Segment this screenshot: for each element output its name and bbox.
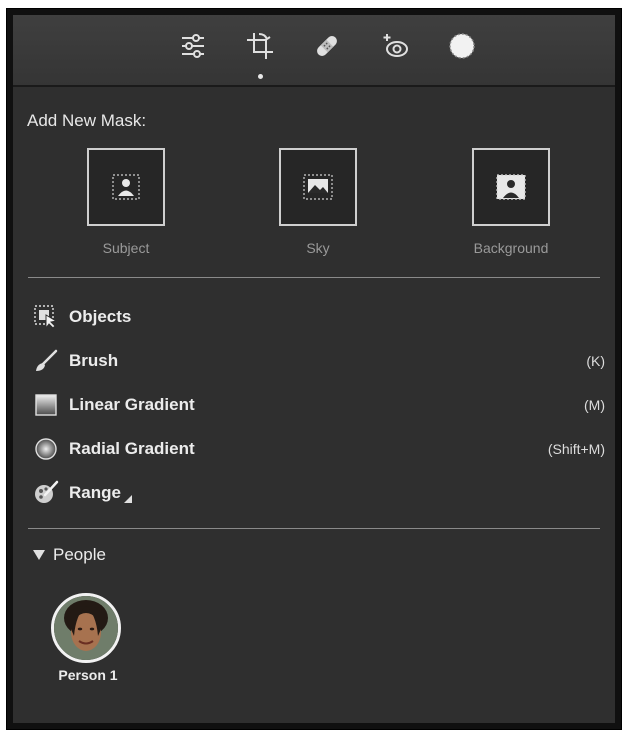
brush-item[interactable]: Brush (K) — [33, 344, 605, 378]
mask-icon — [449, 33, 475, 59]
brush-icon — [33, 348, 59, 374]
sky-label: Sky — [306, 240, 330, 256]
heal-tool-button[interactable] — [310, 29, 344, 63]
radial-gradient-shortcut: (Shift+M) — [547, 441, 605, 457]
red-eye-icon — [383, 34, 408, 57]
range-label: Range — [69, 483, 121, 502]
bandage-icon — [317, 36, 337, 56]
range-item[interactable]: Range — [33, 476, 605, 510]
person-avatar[interactable] — [51, 593, 121, 663]
triangle-down-icon — [33, 550, 45, 560]
red-eye-tool-button[interactable] — [378, 29, 412, 63]
masking-panel: Add New Mask: Subject Sky Background Obj… — [13, 15, 615, 723]
subject-label: Subject — [102, 240, 150, 256]
radial-gradient-icon — [33, 436, 59, 462]
add-mask-title: Add New Mask: — [27, 111, 147, 130]
linear-gradient-icon — [33, 392, 59, 418]
range-icon — [33, 480, 59, 506]
person-label: Person 1 — [58, 667, 118, 683]
linear-gradient-item[interactable]: Linear Gradient (M) — [33, 388, 605, 422]
range-dropdown-icon[interactable] — [123, 495, 132, 503]
brush-shortcut: (K) — [586, 353, 605, 369]
sky-mask-button[interactable] — [279, 148, 357, 226]
linear-gradient-label: Linear Gradient — [69, 395, 195, 414]
objects-icon — [33, 304, 59, 330]
crop-icon — [247, 33, 273, 59]
sliders-icon — [182, 34, 204, 58]
divider-top — [28, 277, 600, 278]
objects-label: Objects — [69, 307, 132, 326]
brush-label: Brush — [69, 351, 119, 370]
subject-icon — [112, 174, 140, 200]
objects-item[interactable]: Objects — [33, 300, 605, 334]
active-tool-indicator — [258, 74, 263, 79]
people-title: People — [53, 545, 106, 564]
divider-bottom — [28, 528, 600, 529]
face-icon — [54, 596, 118, 660]
background-label: Background — [473, 240, 549, 256]
radial-gradient-item[interactable]: Radial Gradient (Shift+M) — [33, 432, 605, 466]
masking-tool-button[interactable] — [445, 29, 479, 63]
sky-icon — [303, 174, 333, 200]
linear-gradient-shortcut: (M) — [584, 397, 605, 413]
crop-tool-button[interactable] — [243, 29, 277, 63]
subject-mask-button[interactable] — [87, 148, 165, 226]
edit-tool-button[interactable] — [176, 29, 210, 63]
radial-gradient-label: Radial Gradient — [69, 439, 195, 458]
background-mask-button[interactable] — [472, 148, 550, 226]
tool-strip — [13, 15, 615, 87]
background-icon — [496, 174, 526, 200]
masking-panel-frame: Add New Mask: Subject Sky Background Obj… — [6, 8, 622, 730]
people-section-toggle[interactable]: People — [33, 545, 106, 565]
